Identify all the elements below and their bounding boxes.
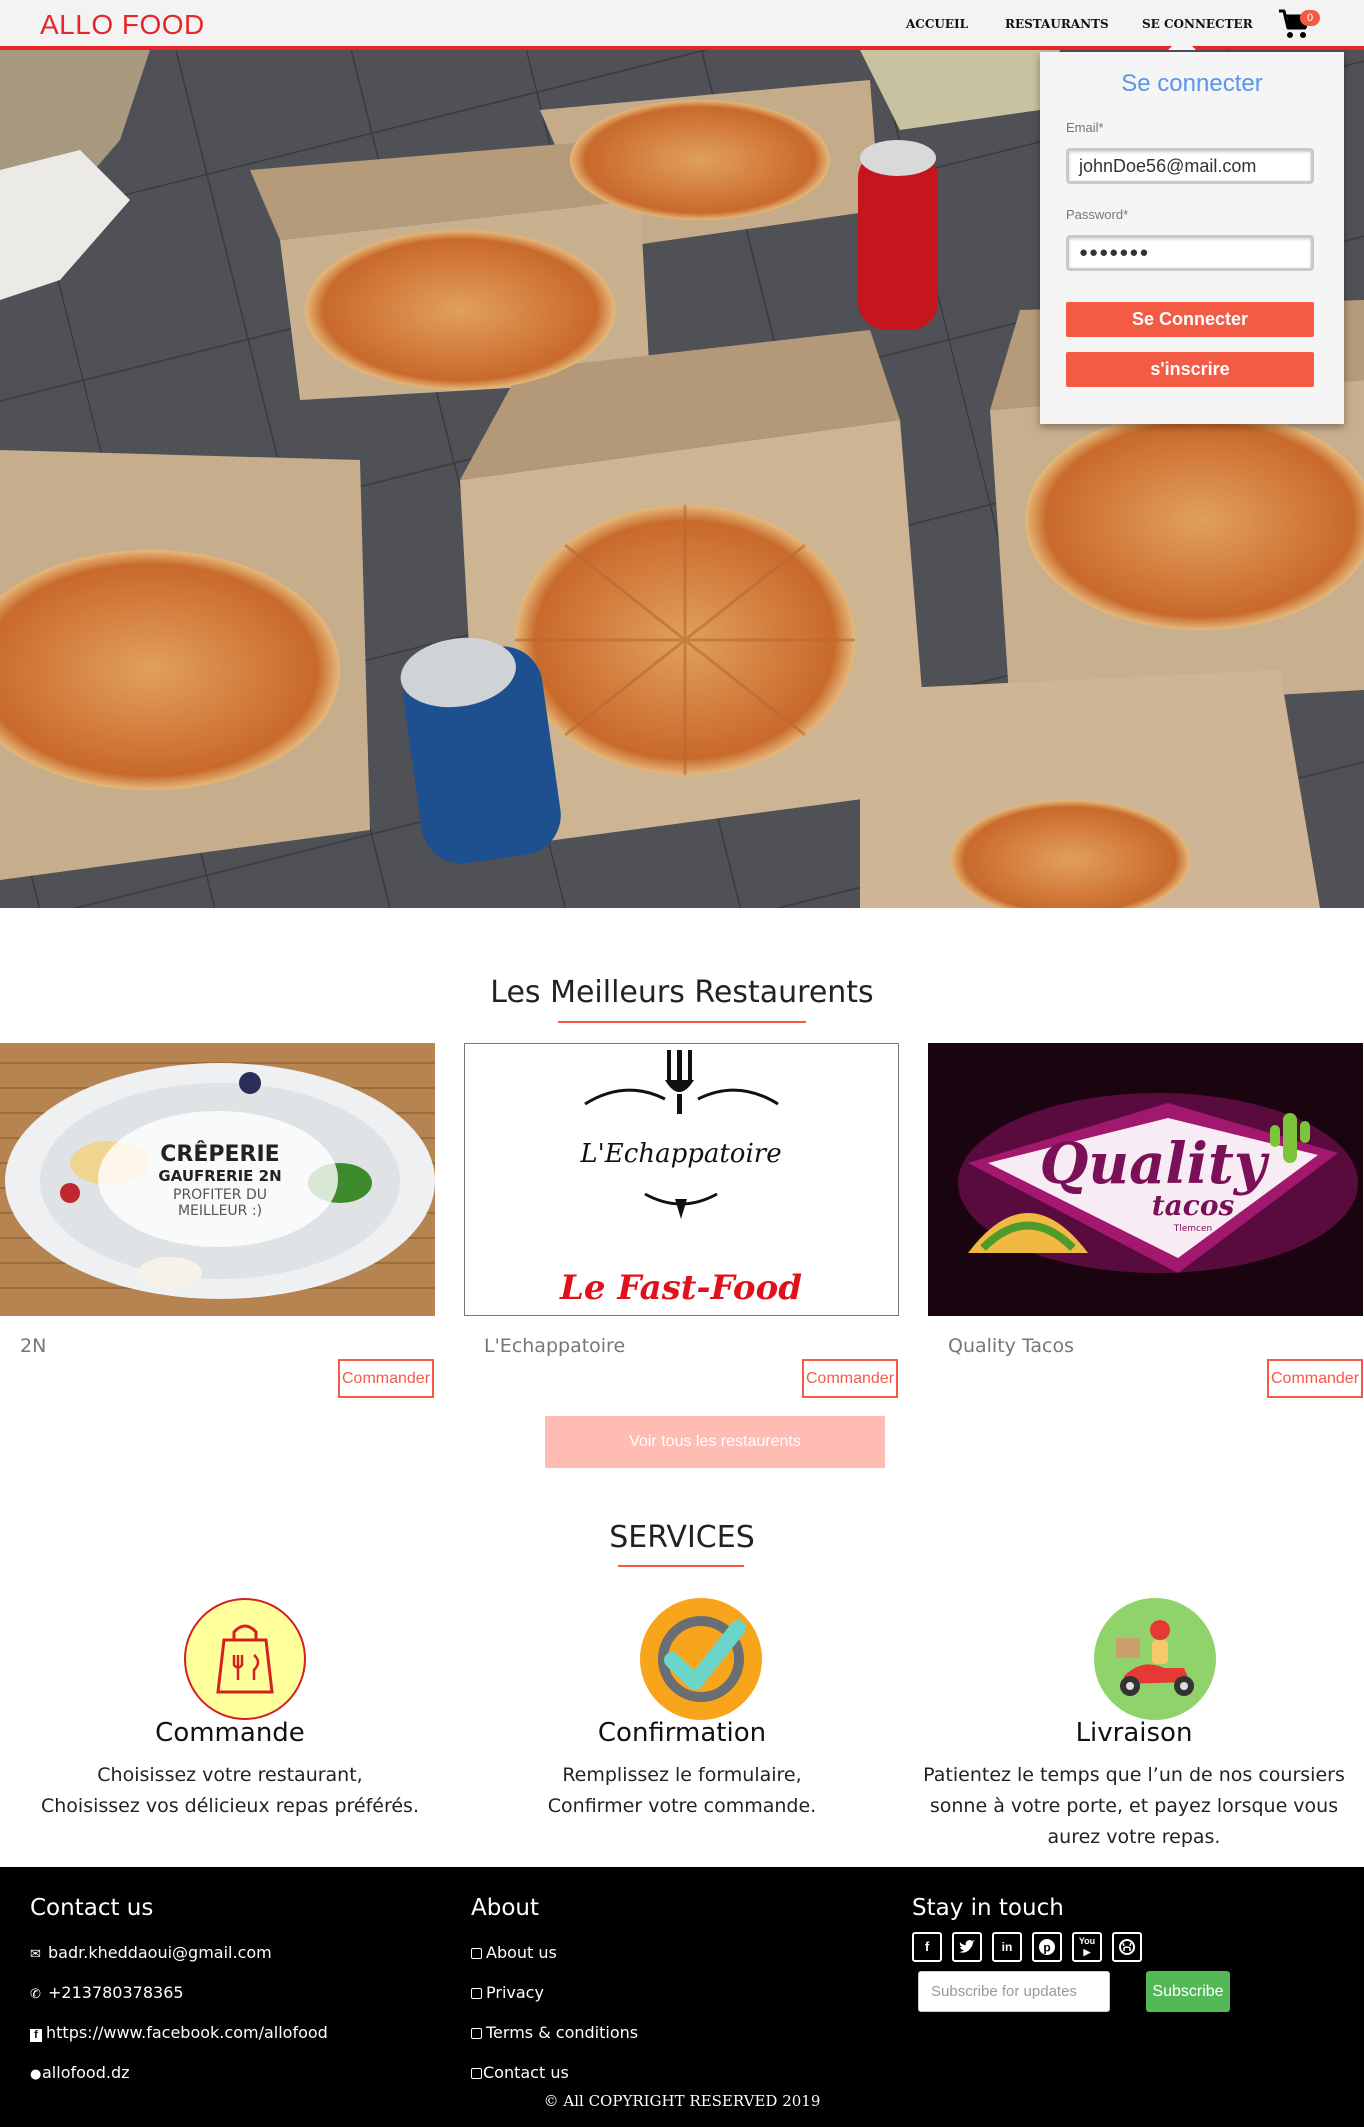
shopping-bag-icon	[184, 1598, 306, 1720]
linkedin-icon[interactable]: in	[992, 1932, 1022, 1962]
footer-about-title: About	[471, 1895, 540, 1921]
footer-facebook-text: https://www.facebook.com/allofood	[46, 2023, 328, 2042]
navbar: ALLO FOOD ACCUEIL RESTAURANTS SE CONNECT…	[0, 0, 1364, 50]
service-text-confirmation: Remplissez le formulaire, Confirmer votr…	[452, 1760, 912, 1822]
nav-home[interactable]: ACCUEIL	[906, 17, 968, 31]
footer-link-terms[interactable]: Terms & conditions	[471, 2023, 638, 2042]
service-text-line: Choisissez vos délicieux repas préférés.	[40, 1795, 419, 1817]
square-icon	[471, 1988, 482, 1999]
footer-link-text: Contact us	[483, 2063, 569, 2082]
facebook-square-icon: f	[30, 2029, 42, 2042]
pinterest-icon[interactable]: p	[1032, 1932, 1062, 1962]
email-label: Email*	[1066, 120, 1104, 135]
github-icon[interactable]	[1112, 1932, 1142, 1962]
login-submit-button[interactable]: Se Connecter	[1066, 302, 1314, 337]
logo-line-1: L'Echappatoire	[579, 1139, 781, 1169]
login-dropdown-caret	[1168, 36, 1196, 50]
footer-contact-title: Contact us	[30, 1895, 154, 1921]
square-icon	[471, 2028, 482, 2039]
see-all-restaurants-button[interactable]: Voir tous les restaurents	[545, 1416, 885, 1468]
footer-website[interactable]: ●allofood.dz	[30, 2063, 130, 2082]
subscribe-input[interactable]: Subscribe for updates	[918, 1971, 1110, 2012]
square-icon	[471, 1948, 482, 1959]
footer-link-contact[interactable]: Contact us	[471, 2063, 569, 2082]
square-icon	[471, 2068, 482, 2079]
password-field[interactable]: ●●●●●●●	[1066, 235, 1314, 271]
checkmark-icon	[640, 1598, 762, 1720]
twitter-icon[interactable]	[952, 1932, 982, 1962]
globe-icon: ●	[30, 2067, 42, 2082]
restaurant-name[interactable]: 2N	[20, 1335, 46, 1357]
service-title-livraison: Livraison	[1075, 1718, 1193, 1748]
restaurants-section-title: Les Meilleurs Restaurents	[490, 975, 874, 1010]
envelope-icon: ✉	[30, 1947, 41, 1962]
youtube-icon[interactable]: You ▶	[1072, 1932, 1102, 1962]
restaurants-title-underline	[558, 1021, 806, 1023]
cart-count-badge: 0	[1300, 10, 1320, 26]
service-text-commande: Choisissez votre restaurant, Choisissez …	[0, 1760, 460, 1822]
footer: Contact us ✉ badr.kheddaoui@gmail.com ✆ +2…	[0, 1867, 1364, 2127]
footer-email-text: badr.kheddaoui@gmail.com	[48, 1943, 272, 1962]
footer-link-about[interactable]: About us	[471, 1943, 557, 1962]
footer-phone-text: +213780378365	[48, 1983, 184, 2002]
footer-phone[interactable]: ✆ +213780378365	[30, 1983, 184, 2002]
nav-restaurants[interactable]: RESTAURANTS	[1005, 17, 1109, 31]
brand-logo[interactable]: ALLO FOOD	[40, 9, 205, 41]
footer-email[interactable]: ✉ badr.kheddaoui@gmail.com	[30, 1943, 272, 1962]
phone-icon: ✆	[30, 1987, 41, 2002]
logo-line-3: PROFITER DU	[173, 1187, 267, 1203]
footer-link-text: Privacy	[486, 1983, 544, 2002]
service-text-line: sonne à votre porte, et payez lorsque vo…	[929, 1795, 1339, 1817]
service-text-line: Choisissez votre restaurant,	[97, 1764, 363, 1786]
login-dropdown: Se connecter Email* johnDoe56@mail.com P…	[1040, 52, 1344, 424]
restaurant-name[interactable]: Quality Tacos	[948, 1335, 1074, 1357]
restaurant-image-quality-tacos[interactable]: Quality tacos Tlemcen	[928, 1043, 1363, 1316]
quality-tacos-logo: Quality tacos Tlemcen	[928, 1043, 1363, 1316]
page: ALLO FOOD ACCUEIL RESTAURANTS SE CONNECT…	[0, 0, 1364, 2127]
footer-stay-title: Stay in touch	[912, 1895, 1064, 1921]
crepe-plate-image: CRÊPERIE GAUFRERIE 2N PROFITER DU MEILLE…	[0, 1043, 435, 1316]
service-title-commande: Commande	[155, 1718, 305, 1748]
restaurant-name[interactable]: L'Echappatoire	[484, 1335, 625, 1357]
delivery-scooter-icon	[1094, 1598, 1216, 1720]
logo-line-2: Le Fast-Food	[559, 1268, 802, 1308]
logo-line-2: tacos	[1152, 1189, 1235, 1222]
logo-line-3: Tlemcen	[1173, 1224, 1213, 1234]
restaurant-image-echappatoire[interactable]: L'Echappatoire Le Fast-Food	[464, 1043, 899, 1316]
facebook-icon[interactable]: f	[912, 1932, 942, 1962]
nav-login[interactable]: SE CONNECTER	[1142, 17, 1253, 31]
service-text-livraison: Patientez le temps que l’un de nos cours…	[904, 1760, 1364, 1853]
order-button-quality-tacos[interactable]: Commander	[1267, 1359, 1363, 1398]
services-title-underline	[618, 1565, 744, 1567]
order-button-echappatoire[interactable]: Commander	[802, 1359, 898, 1398]
services-section-title: SERVICES	[609, 1520, 755, 1555]
footer-link-text: Terms & conditions	[486, 2023, 639, 2042]
login-title: Se connecter	[1121, 70, 1263, 97]
cart-button[interactable]: 0	[1278, 8, 1320, 40]
service-text-line: aurez votre repas.	[1047, 1826, 1221, 1848]
subscribe-button[interactable]: Subscribe	[1146, 1971, 1230, 2012]
password-label: Password*	[1066, 207, 1129, 222]
service-text-line: Patientez le temps que l’un de nos cours…	[923, 1764, 1345, 1786]
order-button-2n[interactable]: Commander	[338, 1359, 434, 1398]
copyright: © All COPYRIGHT RESERVED 2019	[543, 2092, 821, 2110]
echappatoire-logo: L'Echappatoire Le Fast-Food	[465, 1044, 898, 1315]
svg-text:p: p	[1043, 1941, 1050, 1955]
footer-website-text: allofood.dz	[42, 2063, 130, 2082]
footer-link-privacy[interactable]: Privacy	[471, 1983, 544, 2002]
footer-facebook[interactable]: f https://www.facebook.com/allofood	[30, 2023, 328, 2042]
logo-line-2: GAUFRERIE 2N	[158, 1167, 281, 1185]
logo-line-1: CRÊPERIE	[160, 1141, 279, 1167]
restaurant-image-2n[interactable]: CRÊPERIE GAUFRERIE 2N PROFITER DU MEILLE…	[0, 1043, 435, 1316]
register-button[interactable]: s'inscrire	[1066, 352, 1314, 387]
email-field[interactable]: johnDoe56@mail.com	[1066, 148, 1314, 184]
footer-link-text: About us	[486, 1943, 557, 1962]
logo-line-4: MEILLEUR :)	[178, 1203, 262, 1219]
service-text-line: Confirmer votre commande.	[547, 1795, 817, 1817]
service-title-confirmation: Confirmation	[597, 1718, 767, 1748]
logo-line-1: Quality	[1040, 1131, 1270, 1197]
service-text-line: Remplissez le formulaire,	[562, 1764, 802, 1786]
